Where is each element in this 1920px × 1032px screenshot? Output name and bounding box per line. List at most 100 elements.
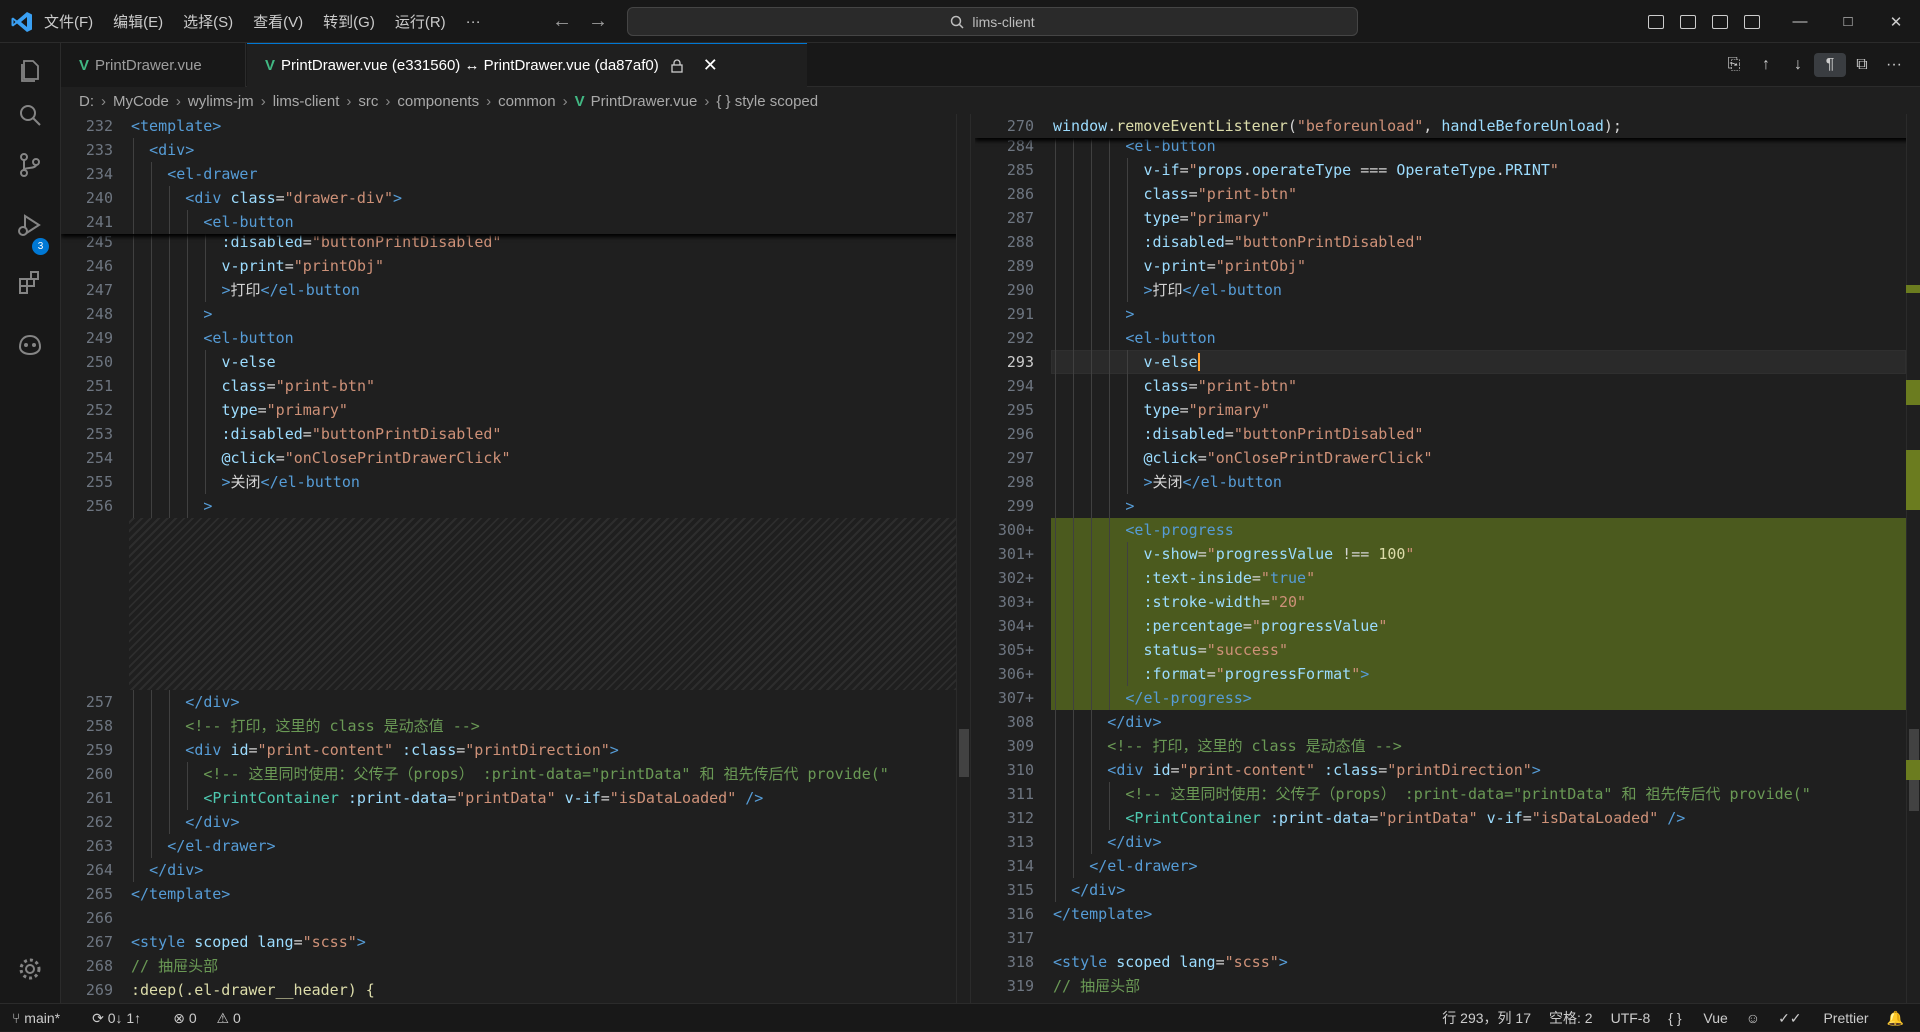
code-line[interactable]: 313 </div> [975,830,1920,854]
code-line[interactable]: 251 class="print-btn" [61,374,970,398]
forward-arrow-icon[interactable]: → [588,10,608,32]
code-line[interactable]: 311 <!-- 这里同时使用：父传子（props） :print-data="p… [975,782,1920,806]
code-line[interactable]: 260 <!-- 这里同时使用：父传子（props） :print-data="p… [61,762,970,786]
menu-more[interactable]: ··· [466,13,481,30]
code-line[interactable]: 307+ </el-progress> [975,686,1920,710]
indentation[interactable]: 空格: 2 [1549,1008,1593,1028]
code-line[interactable]: 247 >打印</el-button [61,278,970,302]
breadcrumb-item[interactable]: D: [79,93,94,110]
code-line[interactable]: 269:deep(.el-drawer__header) { [61,978,970,1002]
code-line[interactable]: 298 >关闭</el-button [975,470,1920,494]
git-branch[interactable]: ⑂ main* [12,1010,76,1026]
code-line[interactable]: 318 <style scoped lang="scss"> [975,950,1920,974]
menu-edit[interactable]: 编辑(E) [113,11,163,32]
code-line[interactable]: 308 </div> [975,710,1920,734]
code-line[interactable]: 290 >打印</el-button [975,278,1920,302]
code-line[interactable]: 305+ status="success" [975,638,1920,662]
search-icon[interactable] [14,99,46,131]
code-line[interactable]: 250 v-else [61,350,970,374]
minimize-button[interactable]: — [1776,13,1824,30]
extensions-icon[interactable] [14,267,46,299]
prettier-status[interactable]: ✓✓ Prettier [1778,1010,1868,1027]
code-line[interactable]: 291 > [975,302,1920,326]
code-line[interactable]: 249 <el-button [61,326,970,350]
inline-view-icon[interactable]: ⧉ [1846,53,1878,77]
code-line[interactable]: 233 <div> [61,138,970,162]
scrollbar-thumb[interactable] [959,729,969,777]
code-line[interactable]: 292 <el-button [975,326,1920,350]
breadcrumb-item[interactable]: { } style scoped [716,93,818,110]
code-line[interactable]: 296:disabled="buttonPrintDisabled" [975,422,1920,446]
code-line[interactable]: 319 // 抽屉头部 [975,974,1920,998]
sticky-scroll-header[interactable]: 232 <template> 233 <div> 234 <el-drawer 240 <di… [61,114,970,234]
code-line[interactable]: 262 </div> [61,810,970,834]
code-line[interactable]: 315 </div> [975,878,1920,902]
code-line[interactable]: 254 @click="onClosePrintDrawerClick" [61,446,970,470]
code-line[interactable]: 256 > [61,494,970,518]
cursor-position[interactable]: 行 293，列 17 [1442,1008,1531,1028]
code-line[interactable]: 264 </div> [61,858,970,882]
code-line[interactable]: 304+:percentage="progressValue" [975,614,1920,638]
code-line[interactable]: 241 <el-button [61,210,970,234]
sticky-scroll-header[interactable]: 270 window.removeEventListener("beforeunl… [975,114,1920,138]
restore-button[interactable]: □ [1824,13,1872,30]
code-line[interactable]: 302+:text-inside="true" [975,566,1920,590]
code-line[interactable]: 261 <PrintContainer :print-data="printDat… [61,786,970,810]
code-line[interactable]: 267 <style scoped lang="scss"> [61,930,970,954]
copilot-icon[interactable] [14,329,46,361]
more-actions-icon[interactable]: ··· [1878,53,1910,77]
language-mode[interactable]: { } Vue [1668,1010,1728,1026]
code-line[interactable]: 303+:stroke-width="20" [975,590,1920,614]
menu-view[interactable]: 查看(V) [253,11,303,32]
code-line[interactable]: 293 v-else [975,350,1920,374]
code-line[interactable]: 300+ <el-progress [975,518,1920,542]
source-control-icon[interactable] [14,149,46,181]
code-line[interactable]: 297 @click="onClosePrintDrawerClick" [975,446,1920,470]
encoding[interactable]: UTF-8 [1611,1010,1651,1026]
code-line[interactable]: 240 <div class="drawer-div"> [61,186,970,210]
code-line[interactable]: 252 type="primary" [61,398,970,422]
code-line[interactable]: 266 [61,906,970,930]
code-line[interactable]: 309 <!-- 打印，这里的 class 是动态值 --> [975,734,1920,758]
command-center-search[interactable]: lims-client [627,7,1358,36]
breadcrumb-item[interactable]: components [397,93,479,110]
vertical-scrollbar[interactable] [1906,114,1920,1003]
next-change-icon[interactable]: ↓ [1782,53,1814,77]
code-line[interactable]: 294 class="print-btn" [975,374,1920,398]
show-whitespace-icon[interactable]: ¶ [1814,53,1846,77]
code-line[interactable]: 263 </el-drawer> [61,834,970,858]
code-line[interactable]: 312 <PrintContainer :print-data="printDat… [975,806,1920,830]
code-line[interactable]: 255 >关闭</el-button [61,470,970,494]
problems-status[interactable]: ⊗ 0 ⚠ 0 [173,1010,257,1027]
code-line[interactable]: 317 [975,926,1920,950]
code-line[interactable]: 301+ v-show="progressValue !== 100" [975,542,1920,566]
tab-printdrawer[interactable]: V PrintDrawer.vue [61,43,246,87]
code-line[interactable]: 314 </el-drawer> [975,854,1920,878]
code-line[interactable]: 295 type="primary" [975,398,1920,422]
code-line[interactable]: 286 class="print-btn" [975,182,1920,206]
code-line[interactable]: 258 <!-- 打印，这里的 class 是动态值 --> [61,714,970,738]
code-line[interactable]: 287 type="primary" [975,206,1920,230]
menu-selection[interactable]: 选择(S) [183,11,233,32]
menu-run[interactable]: 运行(R) [395,11,446,32]
close-tab-icon[interactable]: ✕ [703,55,718,76]
code-line[interactable]: 265 </template> [61,882,970,906]
settings-gear-icon[interactable] [14,953,46,985]
code-line[interactable]: 268 // 抽屉头部 [61,954,970,978]
close-window-button[interactable]: ✕ [1872,13,1920,31]
diff-original-pane[interactable]: 245:disabled="buttonPrintDisabled" 246 v-p… [61,114,970,1003]
code-line[interactable]: 259 <div id="print-content" :class="print… [61,738,970,762]
customize-layout-icon[interactable] [1648,14,1664,29]
menu-go[interactable]: 转到(G) [323,11,375,32]
toggle-primary-sidebar-icon[interactable] [1680,14,1696,29]
code-line[interactable]: 299 > [975,494,1920,518]
code-line[interactable]: 285 v-if="props.operateType === OperateTy… [975,158,1920,182]
breadcrumb-item[interactable]: common [498,93,556,110]
breadcrumb-item[interactable]: MyCode [113,93,169,110]
toggle-panel-icon[interactable] [1712,14,1728,29]
tab-printdrawer-diff[interactable]: V PrintDrawer.vue (e331560) ↔ PrintDrawe… [247,43,807,87]
notifications-bell-icon[interactable]: 🔔 [1887,1010,1904,1027]
code-line[interactable]: 289 v-print="printObj" [975,254,1920,278]
breadcrumb-item[interactable]: PrintDrawer.vue [591,93,698,110]
code-line[interactable]: 257 </div> [61,690,970,714]
